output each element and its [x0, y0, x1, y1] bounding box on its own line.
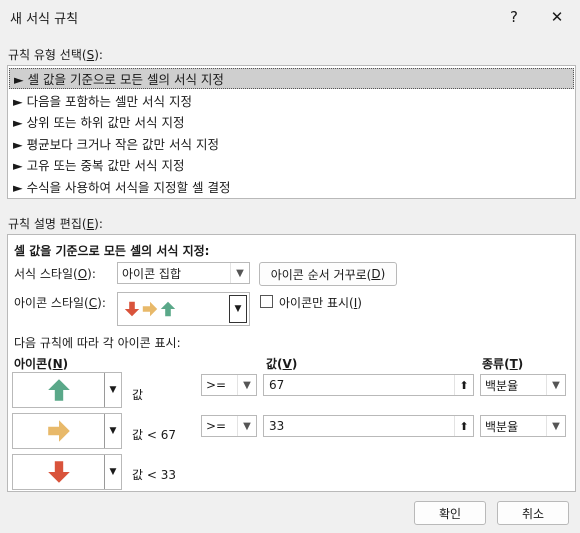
ok-button[interactable]: 확인 — [414, 501, 486, 525]
icon-set-preview — [118, 293, 227, 325]
icon-rule-1-picker[interactable]: ▼ — [12, 372, 122, 408]
icon-style-select[interactable]: ▼ — [117, 292, 250, 326]
rules-caption: 다음 규칙에 따라 각 아이콘 표시: — [14, 336, 181, 350]
icon-only-label: 아이콘만 표시(I) — [279, 296, 362, 310]
arrow-up-icon — [47, 378, 71, 402]
format-style-label: 서식 스타일(O): — [14, 267, 96, 281]
chevron-down-icon: ▼ — [546, 416, 565, 436]
icon-rule-2-operator[interactable]: >= ▼ — [201, 415, 257, 437]
icon-rule-2-condition: 값 < 67 — [132, 428, 176, 442]
icon-style-label: 아이콘 스타일(C): — [14, 296, 106, 310]
range-select-icon[interactable]: ⬆ — [454, 375, 473, 395]
icon-rule-3-picker[interactable]: ▼ — [12, 454, 122, 490]
type-column-header: 종류(T) — [482, 357, 524, 371]
rule-type-list[interactable]: ► 셀 값을 기준으로 모든 셀의 서식 지정 ► 다음을 포함하는 셀만 서식… — [7, 65, 576, 199]
icon-rule-1-condition: 값 — [132, 388, 144, 402]
rule-type-item[interactable]: ► 다음을 포함하는 셀만 서식 지정 — [9, 90, 574, 111]
chevron-down-icon: ▼ — [546, 375, 565, 395]
arrow-up-icon — [160, 301, 176, 317]
chevron-down-icon: ▼ — [104, 373, 121, 407]
chevron-down-icon: ▼ — [229, 295, 247, 323]
chevron-down-icon: ▼ — [104, 455, 121, 489]
chevron-down-icon: ▼ — [237, 375, 256, 395]
icon-rule-2-type[interactable]: 백분율 ▼ — [480, 415, 566, 437]
rule-type-item[interactable]: ► 평균보다 크거나 작은 값만 서식 지정 — [9, 133, 574, 154]
arrow-down-icon — [124, 301, 140, 317]
close-icon: ✕ — [550, 8, 564, 26]
rule-type-item[interactable]: ► 상위 또는 하위 값만 서식 지정 — [9, 111, 574, 132]
rule-type-item[interactable]: ► 고유 또는 중복 값만 서식 지정 — [9, 154, 574, 175]
arrow-right-icon — [47, 419, 71, 443]
icon-rule-2-value-input[interactable]: 33 ⬆ — [263, 415, 474, 437]
icon-rule-1-value-input[interactable]: 67 ⬆ — [263, 374, 474, 396]
chevron-down-icon: ▼ — [237, 416, 256, 436]
rule-type-item[interactable]: ► 수식을 사용하여 서식을 지정할 셀 결정 — [9, 176, 574, 197]
rule-type-item[interactable]: ► 셀 값을 기준으로 모든 셀의 서식 지정 — [9, 68, 574, 89]
edit-description-label: 규칙 설명 편집(E): — [8, 217, 103, 231]
icon-rule-2-picker[interactable]: ▼ — [12, 413, 122, 449]
icon-column-header: 아이콘(N) — [14, 357, 69, 371]
arrow-right-icon — [142, 301, 158, 317]
icon-rule-1-type[interactable]: 백분율 ▼ — [480, 374, 566, 396]
icon-only-checkbox[interactable] — [260, 295, 273, 308]
arrow-down-icon — [47, 460, 71, 484]
dialog-title: 새 서식 규칙 — [10, 12, 79, 27]
range-select-icon[interactable]: ⬆ — [454, 416, 473, 436]
format-style-value: 아이콘 집합 — [122, 266, 182, 281]
edit-heading: 셀 값을 기준으로 모든 셀의 서식 지정: — [14, 244, 210, 258]
rule-type-label: 규칙 유형 선택(S): — [8, 48, 103, 62]
reverse-icon-order-button[interactable]: 아이콘 순서 거꾸로(D) — [259, 262, 397, 286]
chevron-down-icon: ▼ — [104, 414, 121, 448]
icon-rule-3-condition: 값 < 33 — [132, 468, 176, 482]
format-style-select[interactable]: 아이콘 집합 ▼ — [117, 262, 250, 284]
title-bar — [0, 0, 580, 34]
value-column-header: 값(V) — [266, 357, 298, 371]
chevron-down-icon: ▼ — [230, 263, 249, 283]
icon-rule-1-operator[interactable]: >= ▼ — [201, 374, 257, 396]
help-button[interactable]: ? — [497, 4, 531, 30]
close-button[interactable]: ✕ — [540, 4, 574, 30]
cancel-button[interactable]: 취소 — [497, 501, 569, 525]
